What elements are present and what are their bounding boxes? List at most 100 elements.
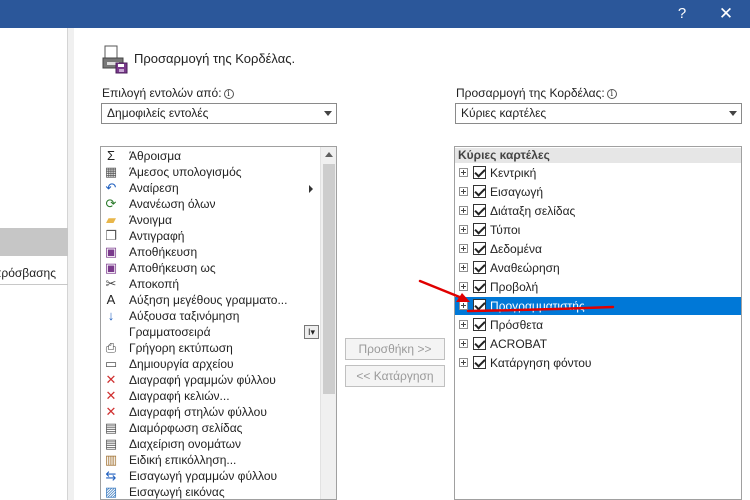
tab-tree-label: Προβολή [490, 280, 539, 294]
list-item[interactable]: ⟳ Ανανέωση όλων [101, 196, 321, 212]
expand-icon[interactable] [459, 225, 468, 234]
help-button[interactable]: ? [662, 0, 702, 28]
tab-checkbox[interactable] [473, 204, 486, 217]
list-item[interactable]: ↓ Αύξουσα ταξινόμηση [101, 308, 321, 324]
list-item[interactable]: ▣ Αποθήκευση [101, 244, 321, 260]
scroll-up-icon[interactable] [325, 152, 333, 157]
tab-tree-label: Πρόσθετα [490, 318, 544, 332]
expand-icon[interactable] [459, 301, 468, 310]
info-icon: i [606, 89, 617, 99]
close-button[interactable]: ✕ [706, 0, 746, 28]
tab-tree-item[interactable]: ACROBAT [455, 335, 741, 353]
expand-icon[interactable] [459, 282, 468, 291]
expand-icon[interactable] [459, 244, 468, 253]
remove-button[interactable]: << Κατάργηση [345, 365, 445, 387]
list-item-label: Άμεσος υπολογισμός [129, 165, 242, 179]
tab-tree-item[interactable]: Εισαγωγή [455, 183, 741, 201]
expand-icon[interactable] [459, 168, 468, 177]
tab-tree-item[interactable]: Τύποι [455, 221, 741, 239]
delete-rows-icon: ✕ [105, 372, 117, 387]
chevron-down-icon [729, 111, 737, 116]
list-item[interactable]: A Αύξηση μεγέθους γραμματο... [101, 292, 321, 308]
commands-listbox[interactable]: ▨ Εισαγωγή εικόνας ⇆ Εισαγωγή γραμμών φύλλο… [100, 146, 337, 500]
refresh-icon: ⟳ [105, 196, 117, 211]
choose-commands-dropdown[interactable]: Δημοφιλείς εντολές [101, 103, 337, 124]
tab-tree-item[interactable]: Κατάργηση φόντου [455, 354, 741, 372]
list-item-label: Γρήγορη εκτύπωση [129, 341, 233, 355]
list-item-label: Αποκοπή [129, 277, 180, 291]
tab-tree-item[interactable]: Πρόσθετα [455, 316, 741, 334]
cut-icon: ✂ [105, 276, 117, 291]
list-item[interactable]: ▦ Άμεσος υπολογισμός [101, 164, 321, 180]
tab-checkbox[interactable] [473, 223, 486, 236]
list-item[interactable]: ✕ Διαγραφή γραμμών φύλλου [101, 372, 321, 388]
list-item-label: Ανανέωση όλων [129, 197, 216, 211]
customize-ribbon-icon [102, 45, 128, 74]
tab-checkbox[interactable] [473, 280, 486, 293]
list-item[interactable]: ❐ Αντιγραφή [101, 228, 321, 244]
list-item[interactable]: ✕ Διαγραφή στηλών φύλλου [101, 404, 321, 420]
nav-item-accessibility[interactable]: πρόσβασης [0, 264, 68, 282]
new-file-icon: ▭ [104, 356, 118, 371]
calculator-icon: ▦ [104, 164, 118, 179]
list-item-label: Αντιγραφή [129, 229, 185, 243]
tab-tree-item[interactable]: Κεντρική [455, 164, 741, 182]
tab-checkbox[interactable] [473, 166, 486, 179]
expand-icon[interactable] [459, 339, 468, 348]
expand-icon[interactable] [459, 263, 468, 272]
folder-open-icon: ▰ [106, 212, 116, 227]
tab-tree-item[interactable]: Δεδομένα [455, 240, 741, 258]
tab-tree-label: Αναθεώρηση [490, 261, 560, 275]
list-item[interactable]: ▭ Δημιουργία αρχείου [101, 356, 321, 372]
scroll-thumb[interactable] [323, 164, 335, 394]
commands-scrollbar[interactable] [320, 147, 336, 499]
tab-checkbox[interactable] [473, 299, 486, 312]
tab-checkbox[interactable] [473, 185, 486, 198]
list-item[interactable]: ⎙ Γρήγορη εκτύπωση [101, 340, 321, 356]
customize-ribbon-dropdown[interactable]: Κύριες καρτέλες [455, 103, 742, 124]
list-item[interactable]: ▨ Εισαγωγή εικόνας [101, 484, 321, 499]
list-item[interactable]: ↶ Αναίρεση [101, 180, 321, 196]
list-item-label: Άθροισμα [129, 149, 182, 163]
ribbon-tabs-tree[interactable]: Κύριες καρτέλες Κεντρική Εισαγωγή Διάταξη … [454, 146, 742, 500]
expand-icon[interactable] [459, 320, 468, 329]
list-item[interactable]: ▥ Ειδική επικόλληση... [101, 452, 321, 468]
tab-tree-item[interactable]: Προγραμματιστής [455, 297, 741, 315]
submenu-arrow-icon [309, 185, 313, 193]
list-item[interactable]: ▣ Αποθήκευση ως [101, 260, 321, 276]
tab-checkbox[interactable] [473, 242, 486, 255]
list-item-label: Γραμματοσειρά [129, 325, 211, 339]
expand-icon[interactable] [459, 206, 468, 215]
tab-checkbox[interactable] [473, 356, 486, 369]
list-item[interactable]: ▰ Άνοιγμα [101, 212, 321, 228]
list-item[interactable]: Γραμματοσειρά I▾ [101, 324, 321, 340]
tab-tree-label: Κεντρική [490, 166, 537, 180]
tab-tree-item[interactable]: Διάταξη σελίδας [455, 202, 741, 220]
tab-checkbox[interactable] [473, 337, 486, 350]
list-item[interactable]: ✕ Διαγραφή κελιών... [101, 388, 321, 404]
list-item-label: Εισαγωγή γραμμών φύλλου [129, 469, 278, 483]
list-item[interactable]: ▤ Διαμόρφωση σελίδας [101, 420, 321, 436]
list-item[interactable]: ✂ Αποκοπή [101, 276, 321, 292]
list-item-label: Άνοιγμα [129, 213, 172, 227]
expand-icon[interactable] [459, 358, 468, 367]
tab-tree-label: Τύποι [490, 223, 521, 237]
expand-icon[interactable] [459, 187, 468, 196]
name-manager-icon: ▤ [104, 436, 118, 451]
tree-header: Κύριες καρτέλες [455, 148, 741, 163]
list-item[interactable]: Σ Άθροισμα [101, 148, 321, 164]
list-item[interactable]: ⇆ Εισαγωγή γραμμών φύλλου [101, 468, 321, 484]
tab-checkbox[interactable] [473, 318, 486, 331]
insert-picture-icon: ▨ [104, 484, 118, 499]
list-item-label: Διαγραφή γραμμών φύλλου [129, 373, 276, 387]
sort-ascending-icon: ↓ [107, 308, 115, 323]
nav-item-selected[interactable] [0, 228, 68, 256]
add-button[interactable]: Προσθήκη >> [345, 338, 445, 360]
tab-checkbox[interactable] [473, 261, 486, 274]
tab-tree-item[interactable]: Αναθεώρηση [455, 259, 741, 277]
list-item[interactable]: ▤ Διαχείριση ονομάτων [101, 436, 321, 452]
list-item-label: Διαχείριση ονομάτων [129, 437, 241, 451]
list-item-label: Διαμόρφωση σελίδας [129, 421, 243, 435]
nav-divider [0, 284, 68, 285]
tab-tree-item[interactable]: Προβολή [455, 278, 741, 296]
